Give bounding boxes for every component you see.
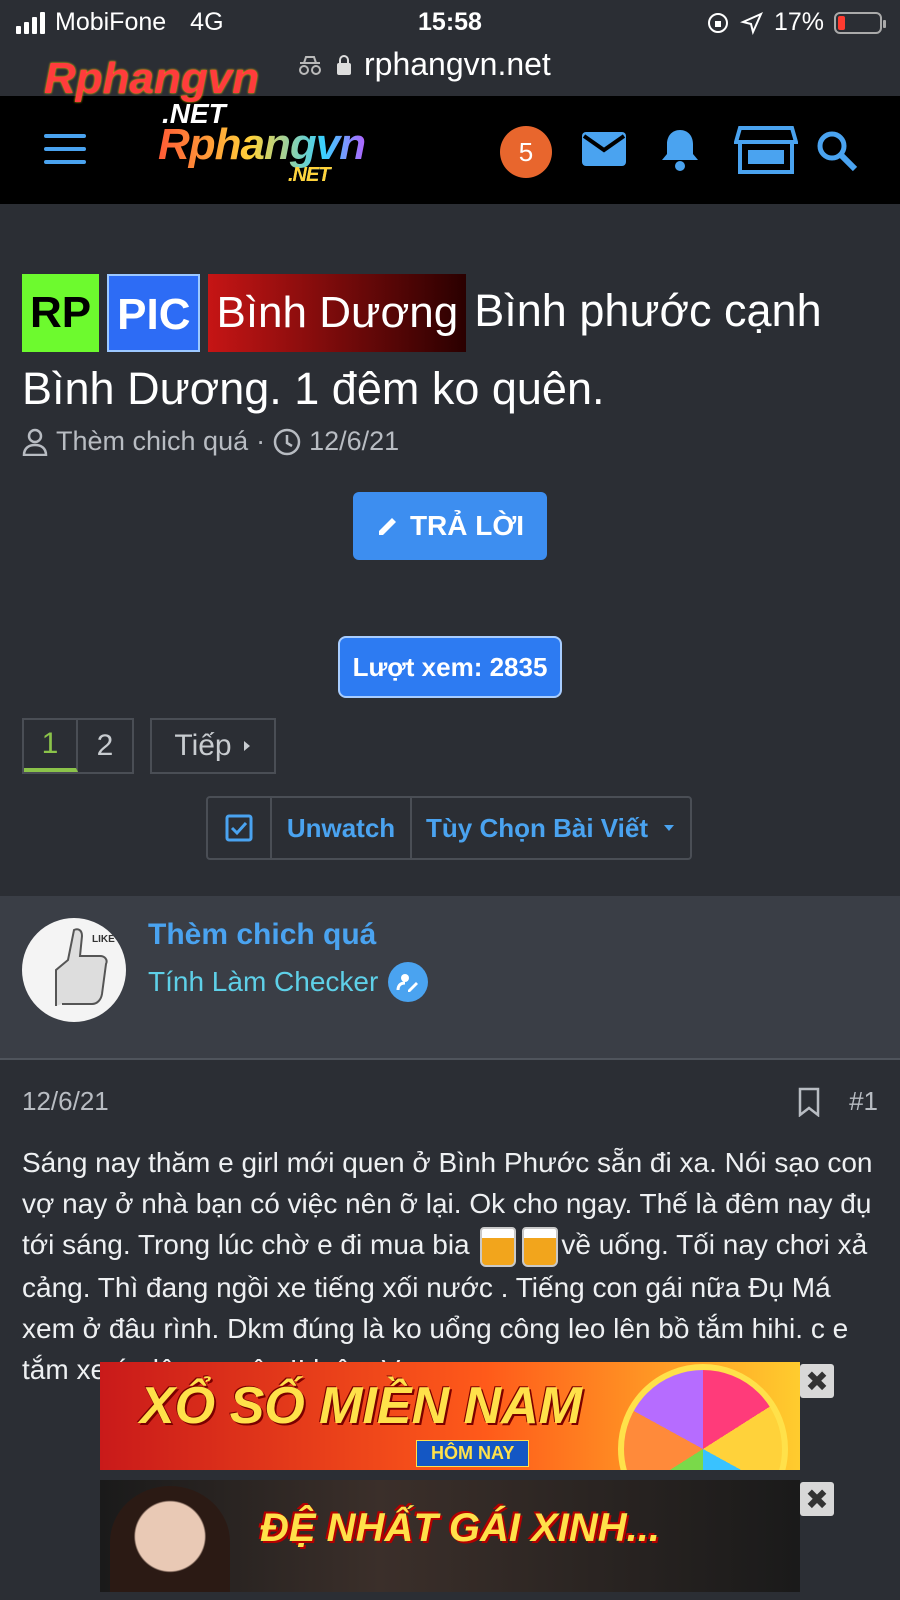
unwatch-button[interactable]: Unwatch [272, 798, 412, 858]
status-bar: MobiFone 4G 15:58 17% [0, 0, 900, 46]
beer-emoji-icon [480, 1226, 517, 1267]
ad-tag: HÔM NAY [416, 1440, 530, 1467]
post-options-label: Tùy Chọn Bài Viết [426, 812, 648, 843]
pencil-icon [378, 518, 396, 535]
checkbox-icon [225, 814, 253, 842]
user-title-text: Tính Làm Checker [148, 966, 379, 997]
prefix-binh-duong[interactable]: Bình Dương [208, 274, 467, 352]
user-edit-icon [388, 962, 429, 1002]
post-author-name[interactable]: Thèm chich quá [148, 918, 376, 952]
page-1-link[interactable]: 1 [24, 720, 78, 772]
notification-count-badge[interactable]: 5 [500, 126, 552, 178]
post-author-bar: LIKE Thèm chich quá Tính Làm Checker [0, 896, 900, 1060]
site-logo[interactable]: Rphangvn .NET [158, 120, 365, 187]
ad-headline: ĐỆ NHẤT GÁI XINH... [260, 1506, 661, 1550]
thumbs-up-avatar-image: LIKE [55, 928, 115, 1006]
rotation-lock-icon [707, 12, 728, 33]
location-icon [739, 11, 763, 35]
user-title: Tính Làm Checker [148, 962, 429, 1002]
thread-date[interactable]: 12/6/21 [309, 426, 399, 457]
lock-icon [337, 54, 351, 75]
search-icon[interactable] [816, 130, 858, 172]
next-page-label: Tiếp [174, 729, 232, 762]
select-checkbox[interactable] [208, 798, 272, 858]
reply-button-label: TRẢ LỜI [409, 510, 525, 541]
prefix-rp[interactable]: RP [22, 274, 100, 352]
menu-icon[interactable] [44, 134, 86, 173]
prize-wheel-image [618, 1364, 788, 1470]
clock-icon [273, 428, 301, 455]
post-options-dropdown[interactable]: Tùy Chọn Bài Viết [412, 798, 690, 858]
battery-percent: 17% [773, 8, 824, 36]
views-count-button[interactable]: Lượt xem: 2835 [338, 636, 562, 698]
bookmark-icon[interactable] [797, 1087, 821, 1117]
thread-actions: Unwatch Tùy Chọn Bài Viết [206, 796, 692, 860]
post-body: Sáng nay thăm e girl mới quen ở Bình Phư… [22, 1147, 873, 1385]
user-icon [22, 428, 48, 456]
prefix-pic[interactable]: PIC [107, 274, 201, 352]
meta-separator: · [256, 426, 266, 456]
bell-icon[interactable] [660, 126, 700, 172]
post-date[interactable]: 12/6/21 [22, 1086, 109, 1117]
floating-logo: Rphangvn .NET [44, 54, 260, 129]
post-number[interactable]: #1 [849, 1086, 878, 1117]
mail-icon[interactable] [580, 130, 628, 168]
page-2-link[interactable]: 2 [78, 720, 132, 772]
avatar[interactable]: LIKE [22, 918, 126, 1022]
thread-meta: Thèm chich quá · 12/6/21 [22, 426, 399, 457]
girls-ad-banner[interactable]: ĐỆ NHẤT GÁI XINH... [100, 1480, 800, 1592]
ad-photo [110, 1486, 230, 1592]
caret-right-icon [243, 741, 250, 751]
post-tools: #1 [797, 1086, 878, 1117]
url-text: rphangvn.net [364, 46, 551, 82]
pagination: 1 2 Tiếp [22, 718, 276, 774]
reply-button[interactable]: TRẢ LỜI [353, 492, 547, 560]
next-page-button[interactable]: Tiếp [150, 718, 276, 774]
thread-author[interactable]: Thèm chich quá [56, 426, 248, 457]
battery-icon [834, 11, 886, 34]
caret-down-icon [664, 825, 674, 831]
svg-text:LIKE: LIKE [92, 934, 115, 945]
close-icon[interactable]: ✖ [800, 1482, 834, 1516]
beer-emoji-icon [522, 1226, 559, 1267]
lottery-ad-banner[interactable]: XỔ SỐ MIỀN NAM HÔM NAY [100, 1362, 800, 1470]
close-icon[interactable]: ✖ [800, 1364, 834, 1398]
ad-headline: XỔ SỐ MIỀN NAM [140, 1377, 583, 1435]
thread-title: RP PIC Bình Dương Bình phước cạnh Bình Dươn… [22, 274, 882, 426]
store-icon[interactable] [734, 124, 798, 176]
private-browsing-icon [299, 55, 321, 75]
